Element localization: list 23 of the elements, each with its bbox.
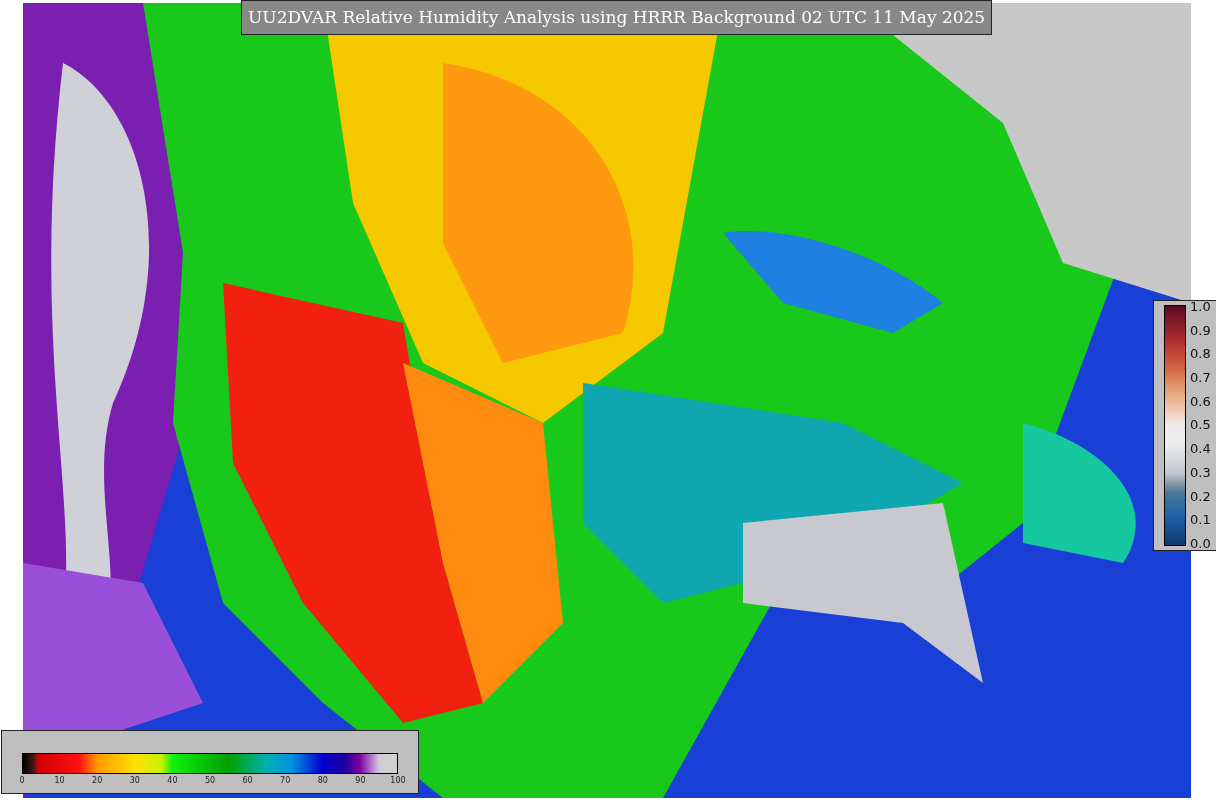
tick-label: 0 <box>19 776 25 785</box>
tick-label: 0.2 <box>1190 489 1211 504</box>
tick-label: 90 <box>355 776 366 785</box>
tick-label: 0.3 <box>1190 465 1211 480</box>
tick-label: 1.0 <box>1190 300 1211 314</box>
tick-label: 0.5 <box>1190 418 1211 433</box>
tick-label: 10 <box>54 776 65 785</box>
tick-label: 100 <box>390 776 406 785</box>
map-title: UU2DVAR Relative Humidity Analysis using HRRR Background 02 UTC 11 May 2025 <box>241 0 993 35</box>
tick-label: 30 <box>129 776 140 785</box>
tick-label: 0.0 <box>1190 536 1211 551</box>
tick-label: 40 <box>167 776 178 785</box>
tick-label: 80 <box>317 776 328 785</box>
tick-label: 20 <box>92 776 103 785</box>
tick-label: 0.4 <box>1190 442 1211 457</box>
tick-label: 0.9 <box>1190 323 1211 338</box>
tick-label: 70 <box>280 776 291 785</box>
tick-label: 60 <box>242 776 253 785</box>
tick-label: 0.6 <box>1190 394 1211 409</box>
tick-label: 0.7 <box>1190 371 1211 386</box>
tick-label: 50 <box>204 776 216 785</box>
tick-label: 0.1 <box>1190 513 1211 528</box>
tick-label: 0.8 <box>1190 347 1211 362</box>
